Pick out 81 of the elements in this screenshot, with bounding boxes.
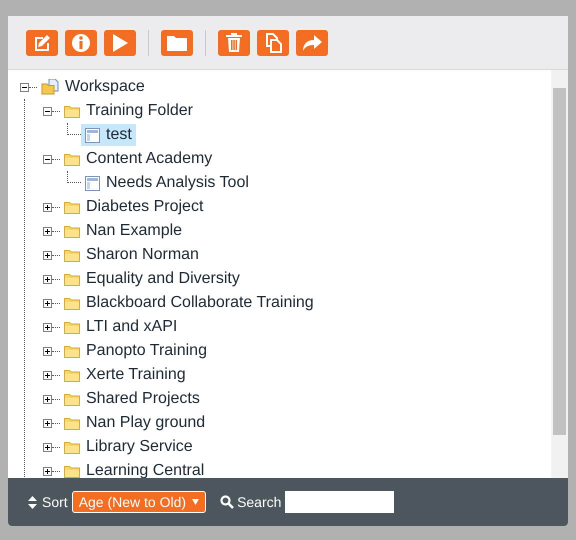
folder-icon (64, 368, 80, 382)
folder-item[interactable]: Xerte Training (60, 364, 190, 386)
expand-toggle[interactable] (43, 274, 52, 284)
edit-button[interactable] (26, 30, 58, 56)
plus-icon (44, 276, 51, 282)
folder-icon (64, 464, 80, 478)
folder-icon (64, 320, 80, 334)
folder-icon (64, 344, 80, 358)
folder-item[interactable]: Nan Play ground (60, 412, 210, 434)
expand-toggle[interactable] (43, 442, 52, 452)
sort-icon (28, 496, 37, 508)
expand-toggle[interactable] (43, 394, 52, 404)
plus-icon (44, 228, 51, 234)
folder-item[interactable]: Training Folder (60, 100, 198, 122)
folder-item[interactable]: Library Service (60, 436, 197, 458)
folder-item[interactable]: Nan Example (60, 220, 186, 242)
page-icon (85, 176, 100, 190)
folder-icon (64, 200, 80, 214)
play-button[interactable] (104, 30, 136, 56)
sort-label: Sort (42, 492, 68, 512)
expand-toggle[interactable] (43, 346, 52, 356)
expand-toggle[interactable] (43, 322, 52, 332)
curved-arrow-icon (301, 34, 323, 52)
folder-icon (64, 248, 80, 262)
plus-icon (44, 444, 51, 450)
folder-item[interactable]: Workspace (37, 76, 149, 98)
expand-toggle[interactable] (43, 226, 52, 236)
collapse-toggle[interactable] (43, 154, 52, 164)
search-field[interactable] (285, 491, 394, 513)
expand-toggle[interactable] (43, 298, 52, 308)
folder-item[interactable]: Diabetes Project (60, 196, 208, 218)
plus-icon (44, 420, 51, 426)
folder-item[interactable]: Content Academy (60, 148, 216, 170)
folder-icon (64, 440, 80, 454)
plus-icon (44, 324, 51, 330)
folder-icon (64, 104, 80, 118)
folder-icon (64, 224, 80, 238)
search-icon (220, 495, 234, 509)
caret-icon (192, 499, 200, 505)
workspace-folder-icon (41, 79, 59, 95)
plus-icon (44, 468, 51, 474)
folder-item[interactable]: Learning Central (60, 460, 208, 478)
plus-icon (44, 300, 51, 306)
delete-button[interactable] (218, 30, 250, 56)
trash-icon (225, 32, 243, 52)
page-icon (85, 128, 100, 142)
folder-item[interactable]: Blackboard Collaborate Training (60, 292, 318, 314)
plus-icon (44, 372, 51, 378)
expand-toggle[interactable] (43, 418, 52, 428)
expand-toggle[interactable] (43, 370, 52, 380)
expand-toggle[interactable] (43, 202, 52, 212)
folder-item[interactable]: LTI and xAPI (60, 316, 182, 338)
folder-item[interactable]: Shared Projects (60, 388, 204, 410)
folder-icon (64, 416, 80, 430)
expand-toggle[interactable] (43, 466, 52, 476)
scrollbar[interactable] (551, 70, 568, 478)
info-icon (71, 32, 91, 52)
collapse-toggle[interactable] (20, 82, 29, 92)
folder-item[interactable]: Panopto Training (60, 340, 211, 362)
folder-item[interactable]: Equality and Diversity (60, 268, 244, 290)
share-button[interactable] (296, 30, 328, 56)
page-item[interactable]: Needs Analysis Tool (81, 172, 253, 194)
copy-button[interactable] (257, 30, 289, 56)
folder-icon (64, 272, 80, 286)
plus-icon (44, 252, 51, 258)
folder-item[interactable]: Sharon Norman (60, 244, 203, 266)
expand-toggle[interactable] (43, 250, 52, 260)
plus-icon (44, 348, 51, 354)
page-item[interactable]: test (81, 124, 136, 146)
folder-button[interactable] (161, 30, 193, 56)
folder-icon (166, 34, 188, 52)
play-icon (111, 32, 129, 52)
collapse-toggle[interactable] (43, 106, 52, 116)
plus-icon (44, 204, 51, 210)
folder-icon (64, 296, 80, 310)
info-button[interactable] (65, 30, 97, 56)
folder-icon (64, 392, 80, 406)
plus-icon (44, 396, 51, 402)
search-label: Search (237, 492, 282, 512)
folder-icon (64, 152, 80, 166)
scrollbar-thumb[interactable] (553, 88, 566, 435)
